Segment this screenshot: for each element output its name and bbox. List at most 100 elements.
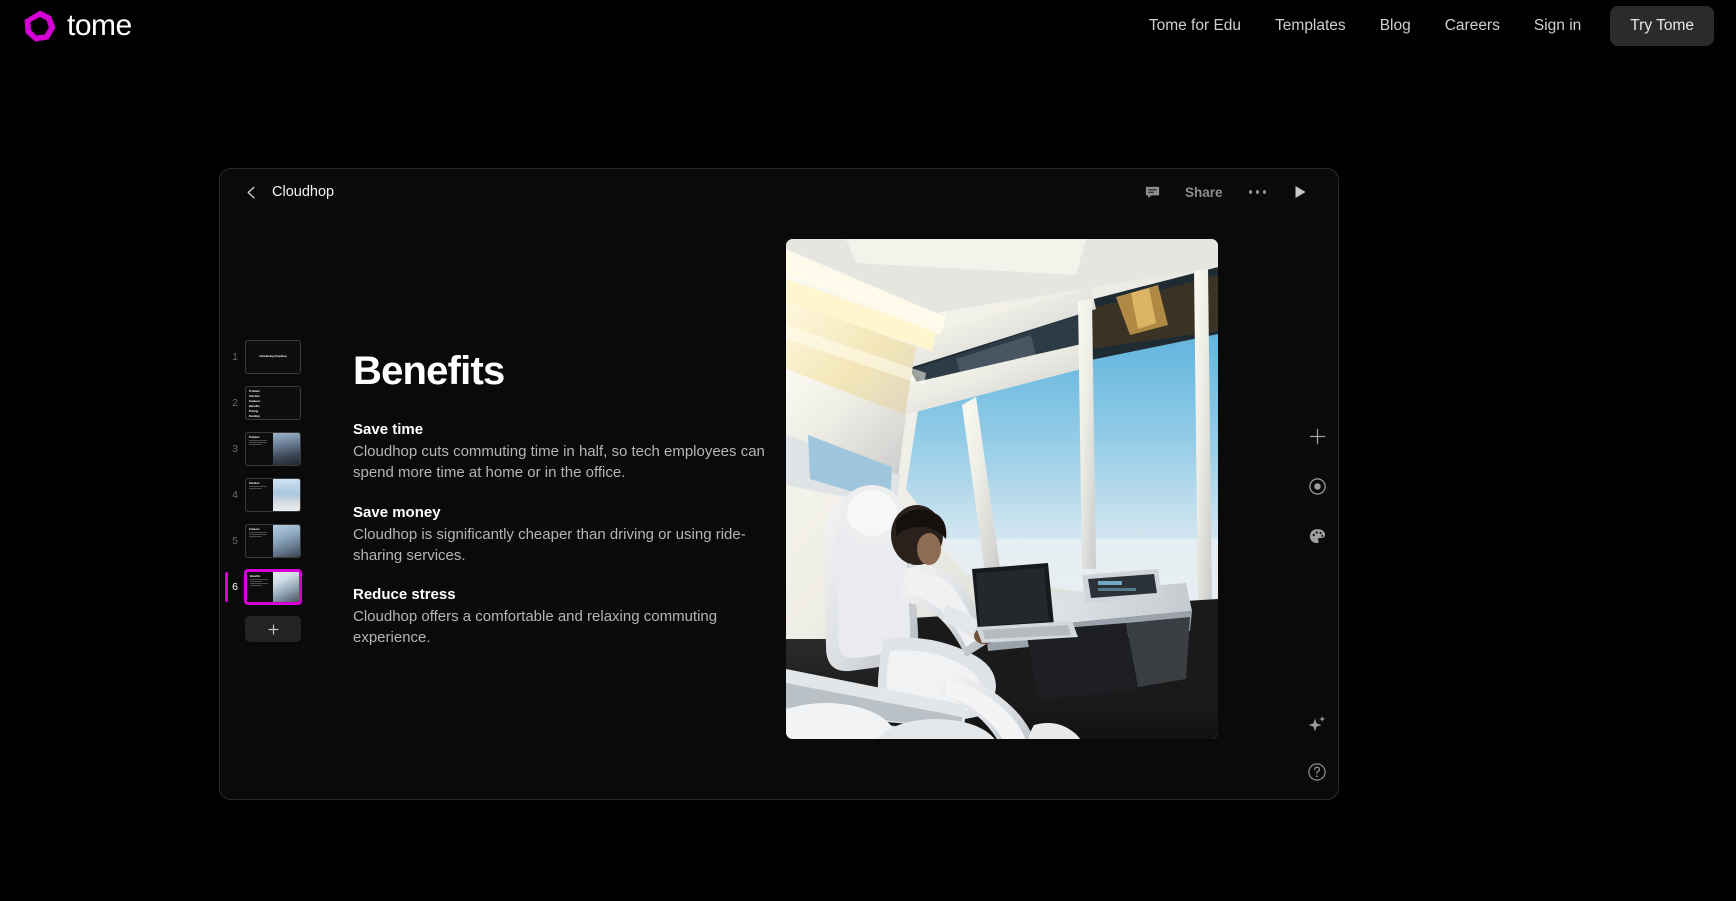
- thumbnail-list-item: Funding: [249, 414, 260, 418]
- nav-link-careers[interactable]: Careers: [1428, 9, 1517, 43]
- benefit-body: Cloudhop offers a comfortable and relaxi…: [353, 608, 718, 647]
- back-button[interactable]: [238, 179, 264, 205]
- thumbnail-image: [273, 572, 299, 602]
- thumbnail-title: Problem: [249, 436, 260, 439]
- thumbnail-number: 4: [232, 489, 238, 501]
- thumbnail-list-item: Solution: [249, 394, 260, 398]
- thumbnail-row-6[interactable]: 6 Benefits: [225, 564, 320, 610]
- text-placeholder-line: [249, 488, 262, 490]
- thumbnail-4[interactable]: Solution: [245, 478, 301, 512]
- comment-bubble-icon: [1146, 186, 1160, 198]
- thumbnail-content: Solution: [246, 479, 273, 511]
- thumbnail-content: Benefits: [247, 572, 273, 602]
- more-options-button[interactable]: [1235, 182, 1281, 202]
- nav-link-tome-for-edu[interactable]: Tome for Edu: [1132, 9, 1258, 43]
- slide-tool-rail-bottom: [1300, 707, 1334, 789]
- thumbnail-row-3[interactable]: 3 Problem: [225, 426, 320, 472]
- editor-window: Cloudhop Share 1 Introducing Cloudhop 2 …: [219, 168, 1339, 800]
- editor-header-actions: Share: [1133, 177, 1320, 207]
- thumbnail-image: [273, 433, 300, 465]
- thumbnail-1[interactable]: Introducing Cloudhop: [245, 340, 301, 374]
- thumbnail-content: Problem: [246, 433, 273, 465]
- plus-icon: [267, 623, 279, 635]
- slide-hero-image: [786, 239, 1218, 739]
- thumbnail-number: 1: [232, 351, 238, 363]
- benefit-body: Cloudhop is significantly cheaper than d…: [353, 525, 746, 564]
- help-button[interactable]: [1300, 755, 1334, 789]
- text-placeholder-line: [249, 440, 268, 442]
- thumbnail-row-5[interactable]: 5 Features: [225, 518, 320, 564]
- palette-icon: [1309, 528, 1325, 543]
- text-placeholder-line: [249, 442, 268, 444]
- benefit-body: Cloudhop cuts commuting time in half, so…: [353, 443, 765, 482]
- thumbnail-title: Benefits: [250, 575, 261, 578]
- benefit-block-3: Reduce stress Cloudhop offers a comforta…: [353, 586, 773, 649]
- present-button[interactable]: [1280, 177, 1320, 207]
- thumbnail-list-item: Pricing: [249, 409, 259, 413]
- thumbnail-image: [273, 525, 300, 557]
- thumbnail-content: Features: [246, 525, 273, 557]
- add-element-button[interactable]: [1300, 419, 1334, 453]
- benefit-block-2: Save money Cloudhop is significantly che…: [353, 504, 773, 567]
- theme-button[interactable]: [1300, 519, 1334, 553]
- thumbnail-list-item: Benefits: [249, 404, 260, 408]
- sparkle-icon: [1308, 716, 1326, 732]
- ai-magic-button[interactable]: [1300, 707, 1334, 741]
- thumbnail-row-2[interactable]: 2 Problem Solution Features Benefits Pri…: [225, 380, 320, 426]
- document-title: Cloudhop: [272, 184, 335, 200]
- futuristic-cabin-illustration: [786, 239, 1218, 739]
- thumbnail-image: [273, 479, 300, 511]
- thumbnail-content: Introducing Cloudhop: [246, 341, 300, 373]
- thumbnail-2[interactable]: Problem Solution Features Benefits Prici…: [245, 386, 301, 420]
- brand-name: tome: [67, 9, 132, 42]
- comments-button[interactable]: [1133, 177, 1173, 207]
- thumbnail-3[interactable]: Problem: [245, 432, 301, 466]
- text-placeholder-line: [249, 532, 268, 534]
- thumbnail-number: 5: [232, 535, 238, 547]
- nav-link-templates[interactable]: Templates: [1258, 9, 1363, 43]
- top-navigation-bar: tome Tome for Edu Templates Blog Careers…: [0, 0, 1736, 52]
- benefit-title: Save money: [353, 503, 441, 521]
- brand-logo[interactable]: tome: [24, 10, 132, 42]
- benefit-title: Save time: [353, 421, 424, 438]
- add-slide-button[interactable]: [245, 616, 301, 642]
- share-button[interactable]: Share: [1173, 179, 1235, 206]
- text-placeholder-line: [250, 583, 268, 585]
- thumbnail-number: 6: [232, 581, 238, 593]
- editor-header: Cloudhop Share: [220, 169, 1338, 215]
- ellipsis-icon: [1248, 190, 1252, 194]
- thumbnail-6[interactable]: Benefits: [245, 570, 301, 604]
- slide-heading: Benefits: [353, 349, 505, 393]
- thumbnail-row-4[interactable]: 4 Solution: [225, 472, 320, 518]
- slide-tool-rail: [1300, 419, 1334, 553]
- nav-links: Tome for Edu Templates Blog Careers Sign…: [1132, 6, 1714, 46]
- tome-heptagon-logo-icon: [24, 10, 56, 42]
- nav-link-sign-in[interactable]: Sign in: [1517, 9, 1598, 43]
- thumbnail-list-item: Problem: [249, 390, 260, 393]
- thumbnail-title: Solution: [249, 482, 260, 485]
- question-circle-icon: [1308, 763, 1326, 781]
- benefit-title: Reduce stress: [353, 586, 456, 604]
- target-circle-icon: [1308, 477, 1326, 495]
- nav-link-blog[interactable]: Blog: [1363, 9, 1428, 43]
- thumbnail-title: Introducing Cloudhop: [259, 355, 287, 359]
- thumbnail-title: Features: [249, 528, 260, 531]
- thumbnail-content: Problem Solution Features Benefits Prici…: [246, 387, 300, 419]
- thumbnail-row-1[interactable]: 1 Introducing Cloudhop: [225, 334, 320, 380]
- text-placeholder-line: [249, 486, 268, 488]
- thumbnail-list-item: Features: [249, 399, 261, 403]
- slide-thumbnail-rail: 1 Introducing Cloudhop 2 Problem Solutio…: [225, 334, 320, 642]
- text-placeholder-line: [250, 579, 268, 581]
- thumbnail-5[interactable]: Features: [245, 524, 301, 558]
- plus-icon: [1309, 428, 1325, 444]
- play-icon: [1295, 186, 1306, 198]
- thumbnail-number: 3: [232, 443, 238, 455]
- thumbnail-number: 2: [232, 397, 238, 409]
- chevron-left-icon: [247, 186, 254, 198]
- text-placeholder-line: [249, 444, 262, 446]
- record-button[interactable]: [1300, 469, 1334, 503]
- slide-text-content: Benefits Save time Cloudhop cuts commuti…: [353, 349, 773, 669]
- text-placeholder-line: [250, 585, 262, 587]
- benefit-block-1: Save time Cloudhop cuts commuting time i…: [353, 421, 773, 484]
- try-tome-button[interactable]: Try Tome: [1610, 6, 1714, 46]
